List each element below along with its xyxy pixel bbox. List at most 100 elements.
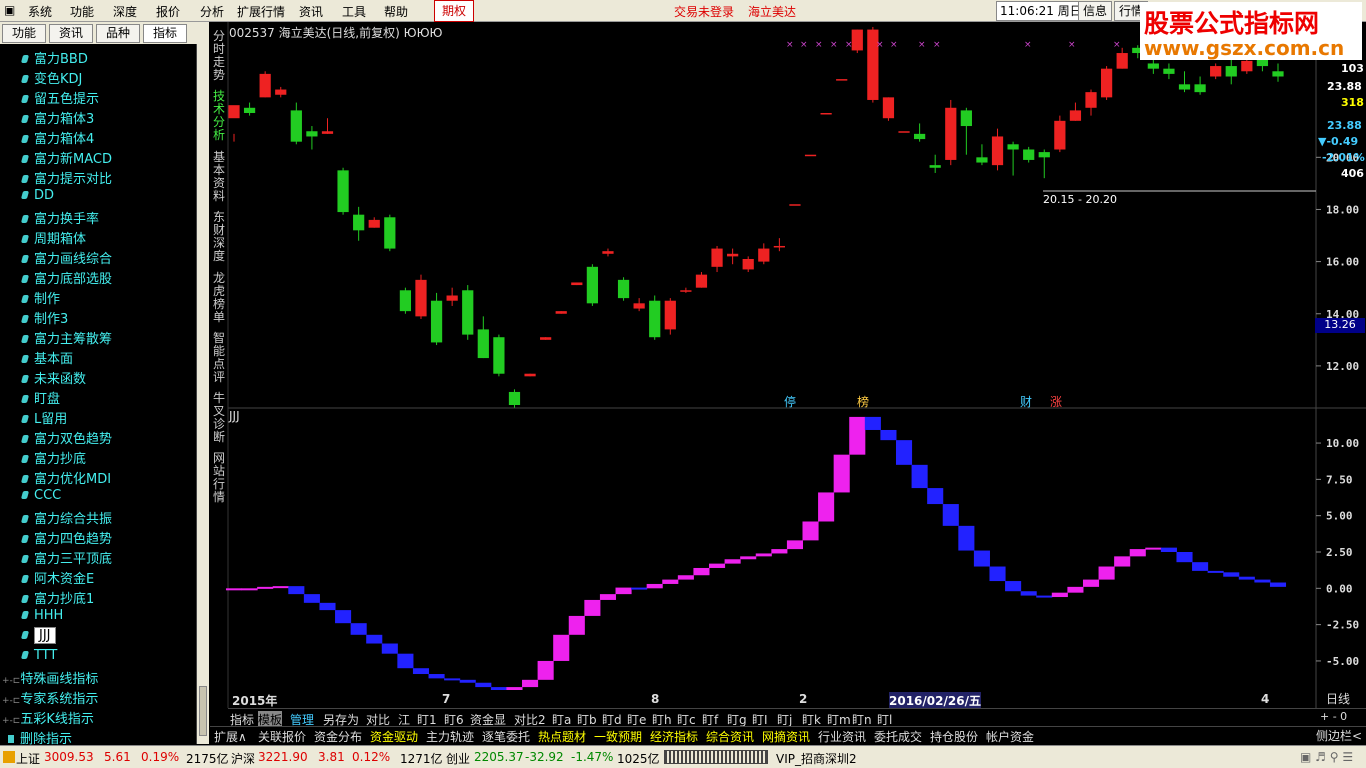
bullet-icon xyxy=(20,595,30,603)
group-expert-system[interactable]: +-⊏专家系统指示 xyxy=(2,688,98,707)
event-marker[interactable]: 停 xyxy=(784,393,796,410)
menu-ext-quote[interactable]: 扩展行情 xyxy=(237,3,285,20)
sidebar-item[interactable]: 富力四色趋势 xyxy=(20,528,112,548)
kline-chart[interactable]: × × × × × × × × × × × × 12.0014.0016.0018.0020.0010… xyxy=(210,22,1366,708)
link-tab[interactable]: 委托成交 xyxy=(874,728,922,745)
sz-label[interactable]: 沪深 xyxy=(231,750,255,767)
sidebar-item[interactable]: 富力新MACD xyxy=(20,148,112,168)
link-tab[interactable]: 逐笔委托 xyxy=(482,728,530,745)
sidebar-item[interactable]: 盯盘 xyxy=(20,388,60,408)
candle-body xyxy=(914,133,926,140)
sidebar-item[interactable]: 富力优化MDI xyxy=(20,468,111,488)
menu-system[interactable]: 系统 xyxy=(28,3,52,20)
indicator-bar xyxy=(1036,595,1053,598)
menu-depth[interactable]: 深度 xyxy=(113,3,137,20)
cy-label[interactable]: 创业 xyxy=(446,750,470,767)
event-marker[interactable]: 榜 xyxy=(857,393,869,410)
sidebar-item-label: DD xyxy=(34,188,55,203)
sidebar-item[interactable]: 富力抄底1 xyxy=(20,588,95,608)
indicator-bar xyxy=(1223,572,1240,577)
zoom-controls[interactable]: + - 0 xyxy=(1320,710,1347,723)
link-tab[interactable]: 资金分布 xyxy=(314,728,362,745)
candle-body xyxy=(851,29,863,51)
login-status[interactable]: 交易未登录 xyxy=(674,3,734,20)
candle-body xyxy=(1007,144,1019,150)
sidebar-item[interactable]: DD xyxy=(20,188,55,208)
sidebar-item[interactable]: TTT xyxy=(20,648,57,668)
sidebar-item[interactable]: 富力抄底 xyxy=(20,448,86,468)
indicator-bar xyxy=(693,567,710,576)
event-marker[interactable]: 财 xyxy=(1020,393,1032,410)
sidebar-item[interactable]: 富力提示对比 xyxy=(20,168,112,188)
link-tab[interactable]: 一致预期 xyxy=(594,728,642,745)
sidebar-item[interactable]: 富力双色趋势 xyxy=(20,428,112,448)
tab-function[interactable]: 功能 xyxy=(2,24,46,43)
sidebar-item[interactable]: 富力底部选股 xyxy=(20,268,112,288)
sidebar-item[interactable]: 制作3 xyxy=(20,308,68,328)
bullet-icon xyxy=(20,415,30,423)
sidebar-scrollbar[interactable] xyxy=(197,22,209,744)
link-tab[interactable]: 持仓股份 xyxy=(930,728,978,745)
sidebar-item[interactable]: 富力箱体3 xyxy=(20,108,94,128)
high-price-label: 23.88 xyxy=(1327,80,1362,93)
link-tab[interactable]: 资金驱动 xyxy=(370,728,418,745)
link-tab[interactable]: 网摘资讯 xyxy=(762,728,810,745)
period-label[interactable]: 日线 xyxy=(1326,690,1350,707)
tab-indicator[interactable]: 指标 xyxy=(143,24,187,43)
sidebar-item[interactable]: 富力主筹散筹 xyxy=(20,328,112,348)
menu-help[interactable]: 帮助 xyxy=(384,3,408,20)
event-marker[interactable]: 涨 xyxy=(1050,393,1062,410)
sidebar-item[interactable]: 制作 xyxy=(20,288,60,308)
sidebar-item[interactable]: CCC xyxy=(20,488,61,508)
sidebar-item[interactable]: HHH xyxy=(20,608,63,628)
app-icon[interactable]: ▣ xyxy=(4,3,15,17)
menu-news[interactable]: 资讯 xyxy=(299,3,323,20)
link-tab[interactable]: 行业资讯 xyxy=(818,728,866,745)
sidebar-item[interactable]: 富力三平顶底 xyxy=(20,548,112,568)
sidebar-item[interactable]: JJJ xyxy=(20,627,56,648)
menu-tools[interactable]: 工具 xyxy=(342,3,366,20)
info-button[interactable]: 信息 xyxy=(1078,1,1113,21)
sidebar-scroll-thumb[interactable] xyxy=(199,686,207,736)
sidebar-toggle[interactable]: 侧边栏< xyxy=(1316,727,1362,744)
sidebar-item[interactable]: 富力BBD xyxy=(20,48,88,68)
sidebar-item[interactable]: 留五色提示 xyxy=(20,88,99,108)
sidebar-item[interactable]: 阿木资金E xyxy=(20,568,94,588)
signal-mark: × xyxy=(1113,40,1121,50)
sidebar-item[interactable]: 未来函数 xyxy=(20,368,86,388)
candle-body xyxy=(960,110,972,127)
menu-quote[interactable]: 报价 xyxy=(156,3,180,20)
link-tab[interactable]: 经济指标 xyxy=(650,728,698,745)
sz-amount: 1271亿 xyxy=(400,752,443,766)
options-button[interactable]: 期权 xyxy=(434,0,474,22)
bullet-icon xyxy=(20,255,30,263)
sidebar-item-label: JJJ xyxy=(34,627,56,644)
menu-function[interactable]: 功能 xyxy=(70,3,94,20)
sidebar-item[interactable]: 基本面 xyxy=(20,348,73,368)
link-tab[interactable]: 综合资讯 xyxy=(706,728,754,745)
sidebar-item[interactable]: 富力箱体4 xyxy=(20,128,94,148)
tab-variety[interactable]: 品种 xyxy=(96,24,140,43)
date-label: 8 xyxy=(651,692,660,706)
candle-body xyxy=(804,154,817,157)
link-tab[interactable]: 扩展∧ xyxy=(214,728,247,745)
sidebar-item-label: 周期箱体 xyxy=(34,232,87,247)
sidebar-item[interactable]: 周期箱体 xyxy=(20,228,87,248)
link-tab[interactable]: 帐户资金 xyxy=(986,728,1034,745)
link-tab[interactable]: 主力轨迹 xyxy=(426,728,474,745)
link-tab[interactable]: 关联报价 xyxy=(258,728,306,745)
sh-label[interactable]: 上证 xyxy=(16,750,40,767)
sidebar-item-label: 富力抄底1 xyxy=(34,592,95,607)
group-color-k[interactable]: +-⊏五彩K线指示 xyxy=(2,708,94,727)
sidebar-item[interactable]: 富力综合共振 xyxy=(20,508,112,528)
vip-server[interactable]: VIP_招商深圳2 xyxy=(776,750,857,767)
sidebar-item[interactable]: 富力画线综合 xyxy=(20,248,112,268)
sidebar-item[interactable]: 变色KDJ xyxy=(20,68,82,88)
sidebar-item[interactable]: L留用 xyxy=(20,408,67,428)
link-tab[interactable]: 热点题材 xyxy=(538,728,586,745)
tab-news[interactable]: 资讯 xyxy=(49,24,93,43)
sidebar-item[interactable]: 富力换手率 xyxy=(20,208,99,228)
group-special-draw[interactable]: +-⊏特殊画线指标 xyxy=(2,668,98,687)
status-icon xyxy=(3,751,15,763)
menu-analysis[interactable]: 分析 xyxy=(200,3,224,20)
